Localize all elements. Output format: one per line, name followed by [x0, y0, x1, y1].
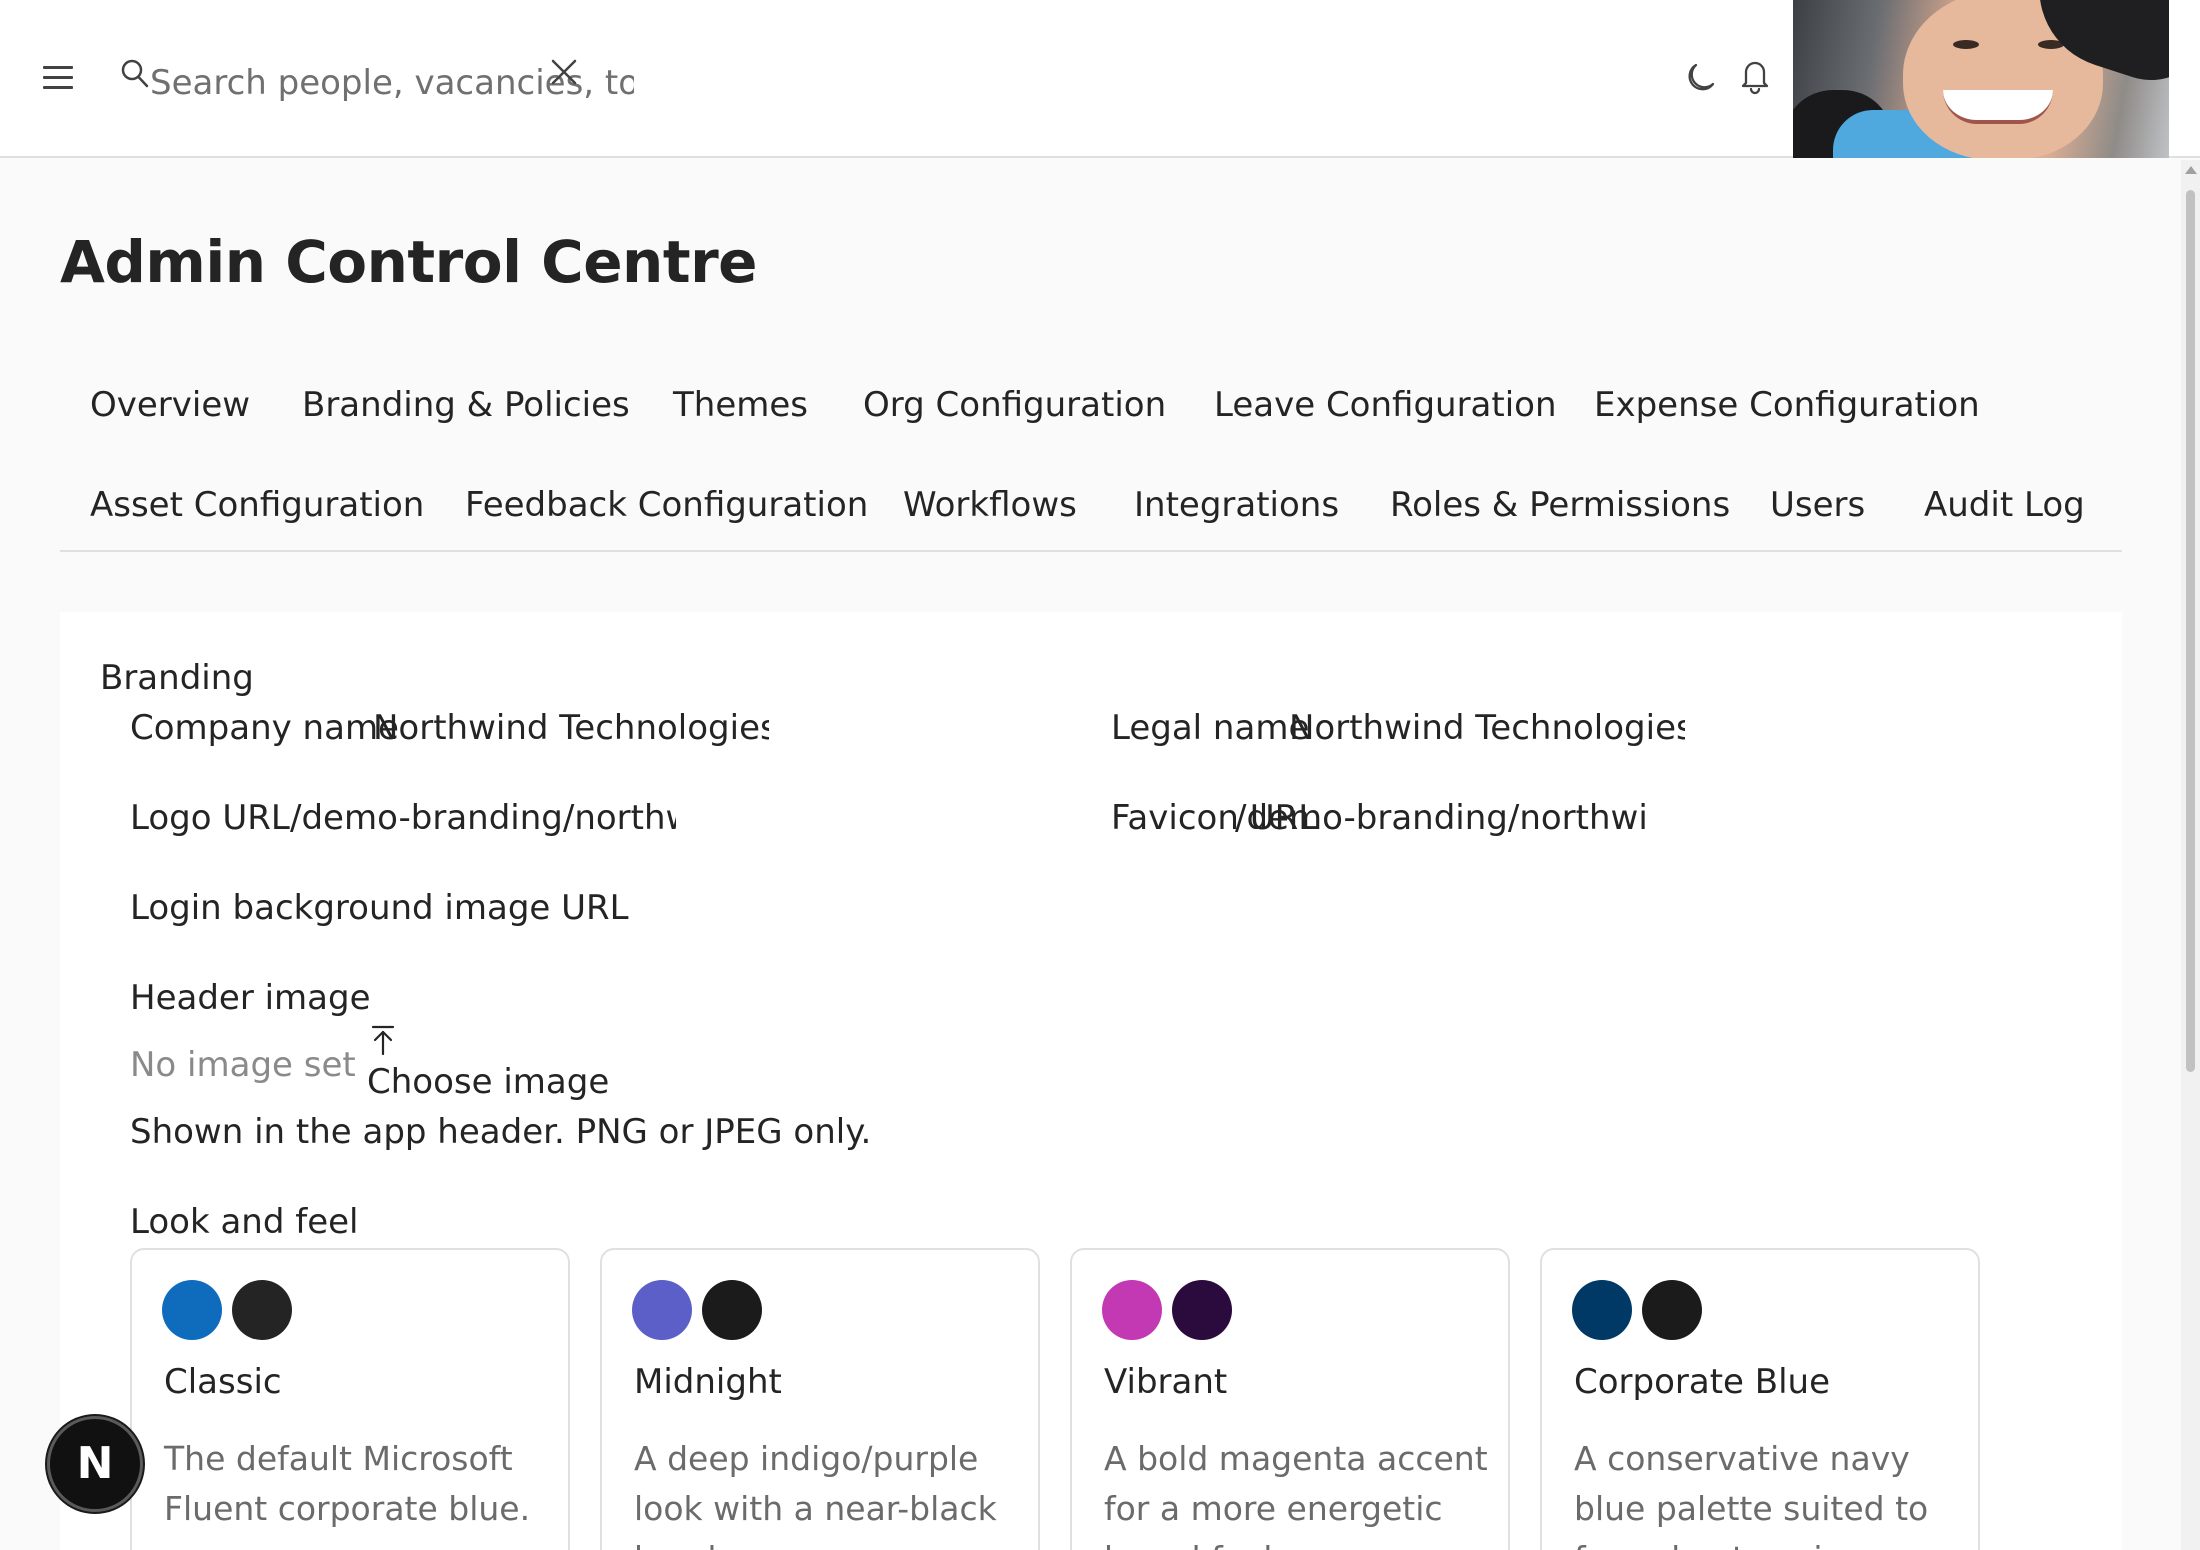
- dev-tools-badge[interactable]: N: [47, 1416, 143, 1512]
- tab-roles-permissions[interactable]: Roles & Permissions: [1390, 485, 1730, 525]
- logo-url-label: Logo URL: [130, 798, 290, 838]
- tab-expense-configuration[interactable]: Expense Configuration: [1594, 385, 1980, 425]
- tab-org-configuration[interactable]: Org Configuration: [863, 385, 1166, 425]
- primary-color-swatch: [1102, 1280, 1162, 1340]
- upload-icon[interactable]: [371, 1024, 395, 1056]
- hamburger-menu-icon[interactable]: [43, 66, 73, 90]
- tab-feedback-configuration[interactable]: Feedback Configuration: [465, 485, 868, 525]
- tab-audit-log[interactable]: Audit Log: [1924, 485, 2085, 525]
- look-and-feel-label: Look and feel: [130, 1202, 359, 1242]
- theme-name: Classic: [164, 1362, 282, 1402]
- theme-description: The default Microsoft Fluent corporate b…: [164, 1439, 531, 1528]
- tab-overview[interactable]: Overview: [90, 385, 250, 425]
- theme-name: Midnight: [634, 1362, 782, 1402]
- tab-users[interactable]: Users: [1770, 485, 1865, 525]
- tab-themes[interactable]: Themes: [673, 385, 808, 425]
- theme-card-midnight[interactable]: Midnight A deep indigo/purple look with …: [600, 1248, 1040, 1550]
- legal-name-label: Legal name: [1111, 708, 1310, 748]
- theme-card-classic[interactable]: Classic The default Microsoft Fluent cor…: [130, 1248, 570, 1550]
- header-image-help-text: Shown in the app header. PNG or JPEG onl…: [130, 1112, 872, 1152]
- theme-name: Vibrant: [1104, 1362, 1228, 1402]
- logo-url-input[interactable]: /demo-branding/northwi: [290, 798, 676, 838]
- avatar[interactable]: [1793, 0, 2169, 158]
- search-box: [116, 54, 634, 110]
- no-image-text: No image set: [130, 1045, 356, 1085]
- theme-card-corporate-blue[interactable]: Corporate Blue A conservative navy blue …: [1540, 1248, 1980, 1550]
- tab-asset-configuration[interactable]: Asset Configuration: [90, 485, 424, 525]
- theme-description: A bold magenta accent for a more energet…: [1104, 1439, 1488, 1550]
- scroll-thumb[interactable]: [2186, 190, 2195, 1072]
- secondary-color-swatch: [1642, 1280, 1702, 1340]
- theme-description: A deep indigo/purple look with a near-bl…: [634, 1439, 997, 1550]
- tab-bar: Overview Branding & Policies Themes Org …: [60, 370, 2122, 552]
- primary-color-swatch: [1572, 1280, 1632, 1340]
- theme-name: Corporate Blue: [1574, 1362, 1831, 1402]
- primary-color-swatch: [632, 1280, 692, 1340]
- page-title: Admin Control Centre: [60, 228, 758, 296]
- choose-image-button[interactable]: Choose image: [367, 1062, 609, 1102]
- top-bar: [0, 0, 2200, 158]
- badge-letter: N: [76, 1438, 114, 1489]
- legal-name-input[interactable]: Northwind Technologies L: [1289, 708, 1685, 748]
- search-icon: [121, 59, 149, 88]
- login-background-label: Login background image URL: [130, 888, 629, 928]
- secondary-color-swatch: [232, 1280, 292, 1340]
- theme-card-vibrant[interactable]: Vibrant A bold magenta accent for a more…: [1070, 1248, 1510, 1550]
- secondary-color-swatch: [1172, 1280, 1232, 1340]
- tab-leave-configuration[interactable]: Leave Configuration: [1214, 385, 1557, 425]
- company-name-label: Company name: [130, 708, 399, 748]
- bell-icon[interactable]: [1738, 57, 1772, 95]
- secondary-color-swatch: [702, 1280, 762, 1340]
- header-image-label: Header image: [130, 978, 371, 1018]
- scroll-up-arrow-icon[interactable]: [2185, 166, 2197, 174]
- theme-description: A conservative navy blue palette suited …: [1574, 1439, 1929, 1550]
- branding-section-title: Branding: [100, 658, 254, 698]
- page-scrollbar[interactable]: [2181, 160, 2200, 1550]
- moon-icon[interactable]: [1682, 60, 1718, 96]
- tab-workflows[interactable]: Workflows: [903, 485, 1077, 525]
- tab-branding-policies[interactable]: Branding & Policies: [302, 385, 630, 425]
- close-icon[interactable]: [547, 55, 581, 89]
- company-name-input[interactable]: Northwind Technologies L: [373, 708, 769, 748]
- tab-integrations[interactable]: Integrations: [1134, 485, 1339, 525]
- primary-color-swatch: [162, 1280, 222, 1340]
- favicon-url-input[interactable]: /demo-branding/northwi: [1235, 798, 1695, 838]
